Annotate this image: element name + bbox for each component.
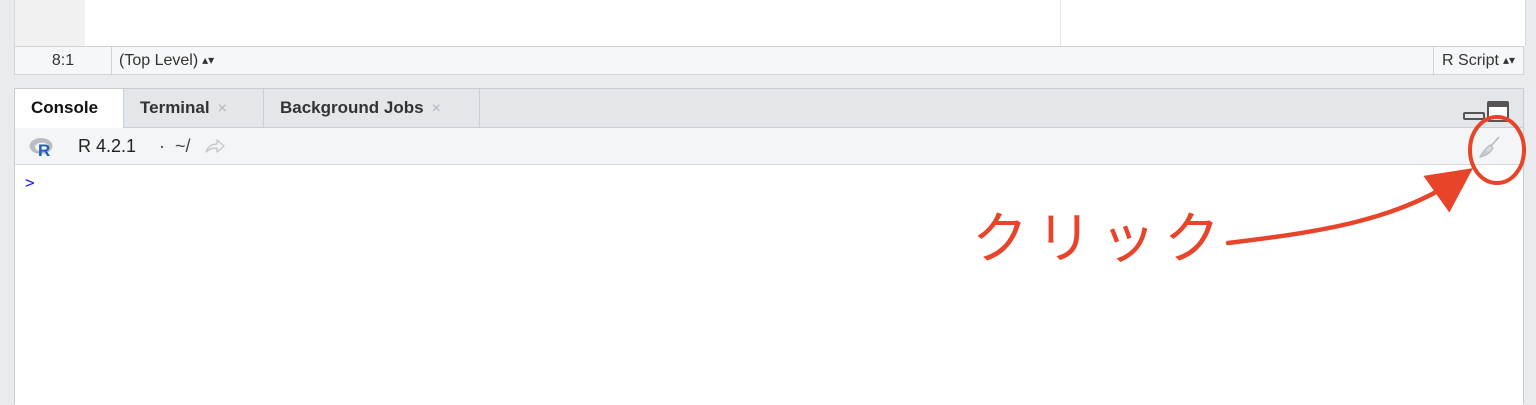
tab-terminal[interactable]: Terminal × <box>124 89 264 127</box>
console-output[interactable]: > <box>15 165 1523 405</box>
tab-label: Background Jobs <box>280 98 424 117</box>
scope-label: (Top Level) <box>119 52 199 69</box>
console-toolbar: R R 4.2.1 · ~/ <box>15 128 1523 165</box>
file-type-selector[interactable]: R Script ▴▾ <box>1433 47 1523 74</box>
separator-dot: · <box>159 136 165 156</box>
close-icon[interactable]: × <box>218 100 227 117</box>
working-directory: ~/ <box>175 136 191 156</box>
line-number-gutter <box>15 0 85 46</box>
tab-background-jobs[interactable]: Background Jobs × <box>264 89 480 127</box>
tab-console[interactable]: Console <box>15 89 124 128</box>
margin-line <box>1060 0 1061 46</box>
source-editor[interactable] <box>14 0 1526 46</box>
clear-console-broom-icon[interactable] <box>1477 134 1503 160</box>
close-icon[interactable]: × <box>432 100 441 117</box>
tab-label: Terminal <box>140 98 210 117</box>
updown-arrows-icon: ▴▾ <box>1502 53 1515 67</box>
maximize-pane-icon[interactable] <box>1487 101 1509 122</box>
go-to-directory-icon[interactable] <box>204 138 226 154</box>
r-logo-icon: R <box>29 138 53 157</box>
console-prompt: > <box>25 173 35 192</box>
console-pane: Console Terminal × Background Jobs × R R 4… <box>14 88 1524 405</box>
editor-status-bar: 8:1 (Top Level) ▴▾ R Script ▴▾ <box>14 46 1524 75</box>
minimize-pane-icon[interactable] <box>1463 112 1485 120</box>
annotation-label: クリック <box>972 207 1228 272</box>
r-version: R 4.2.1 <box>78 136 137 156</box>
cursor-position: 8:1 <box>15 47 112 74</box>
scope-selector[interactable]: (Top Level) ▴▾ <box>119 47 214 74</box>
pane-tab-strip: Console Terminal × Background Jobs × <box>15 89 1523 128</box>
tab-label: Console <box>31 98 99 117</box>
updown-arrows-icon: ▴▾ <box>202 53 215 67</box>
file-type-label: R Script <box>1442 52 1499 69</box>
svg-text:R: R <box>38 141 50 157</box>
